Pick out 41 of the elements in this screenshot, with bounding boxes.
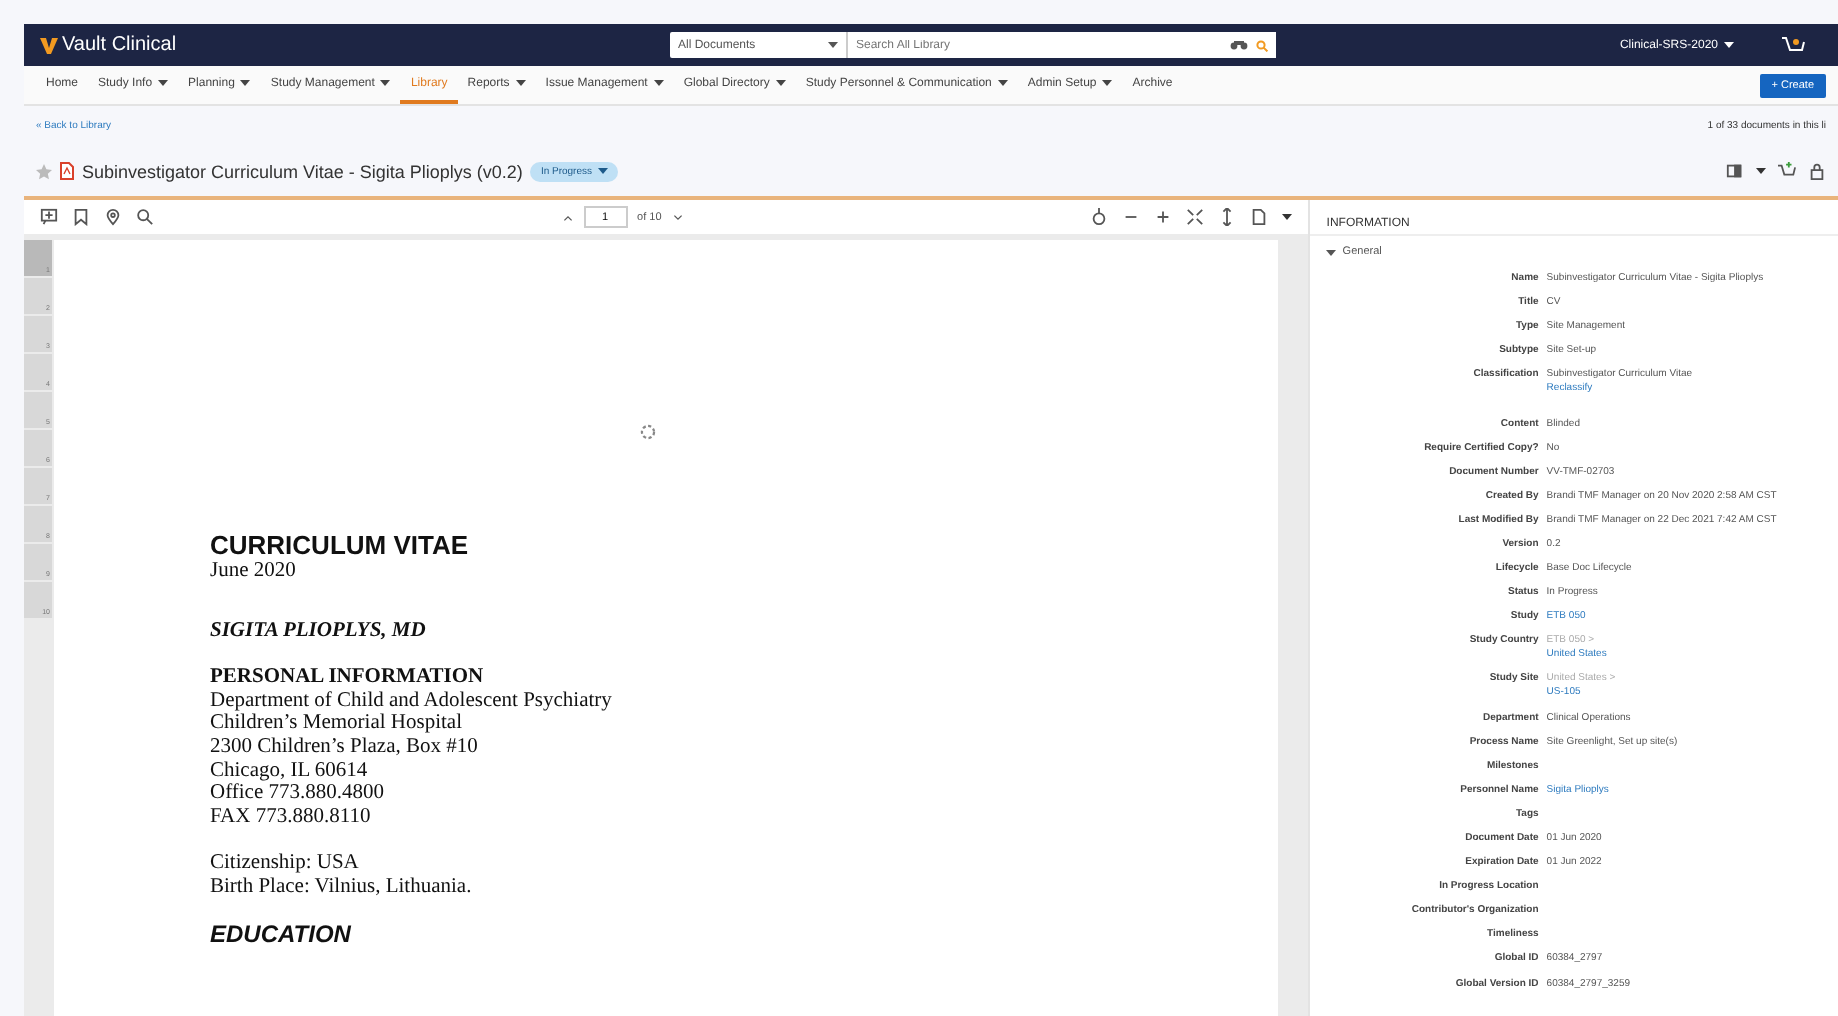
cart-icon[interactable] (1782, 35, 1806, 55)
app-logo[interactable]: Vault Clinical (62, 34, 177, 56)
location-pin-icon[interactable] (104, 208, 122, 226)
caret-icon (1282, 214, 1293, 220)
layout-icon[interactable] (1726, 162, 1744, 180)
document-menu-icon[interactable] (1250, 208, 1269, 226)
logo-mark-icon (40, 37, 58, 53)
document-text-line: Birth Place: Vilnius, Lithuania. (210, 875, 474, 900)
favorite-star-icon[interactable] (36, 163, 52, 179)
search-icon[interactable] (136, 208, 154, 226)
document-text-line: Children’s Memorial Hospital (210, 712, 464, 736)
section-heading: EDUCATION (210, 923, 353, 947)
person-name: SIGITA PLIOPLYS, MD (210, 619, 428, 643)
caret-icon (1724, 42, 1734, 48)
document-text-line: Citizenship: USA (210, 852, 361, 876)
document-heading: CURRICULUM VITAE (210, 530, 471, 560)
lock-icon[interactable] (1808, 162, 1826, 180)
rotate-icon[interactable] (1090, 208, 1109, 226)
document-text-line: Department of Child and Adolescent Psychiatry (210, 689, 614, 713)
caret-icon (828, 42, 838, 48)
binoculars-icon[interactable] (1230, 40, 1248, 50)
document-text-line: June 2020 (210, 560, 298, 584)
caret-icon (1756, 168, 1766, 174)
document-text-line: Office 773.880.4800 (210, 782, 386, 806)
document-text-line: Chicago, IL 60614 (210, 759, 370, 783)
fit-page-icon[interactable] (1186, 208, 1205, 226)
caret-icon (1326, 247, 1337, 257)
loading-spinner-icon (640, 424, 656, 440)
section-heading: PERSONAL INFORMATION (210, 666, 486, 690)
comment-icon[interactable] (40, 208, 58, 226)
cart-add-icon[interactable] (1778, 162, 1796, 180)
document-title: Subinvestigator Curriculum Vitae - Sigita Plioplys (v0.2) (82, 161, 523, 181)
fit-height-icon[interactable] (1218, 208, 1237, 226)
document-text-line: 2300 Children’s Plaza, Box #10 (210, 735, 480, 760)
document-text-line: FAX 773.880.8110 (210, 805, 373, 829)
previous-page-icon[interactable] (561, 211, 574, 223)
pdf-file-icon (60, 162, 74, 180)
zoom-in-icon[interactable] (1154, 208, 1173, 226)
bookmark-icon[interactable] (72, 208, 90, 226)
next-page-icon[interactable] (671, 211, 684, 223)
caret-icon (598, 168, 609, 174)
